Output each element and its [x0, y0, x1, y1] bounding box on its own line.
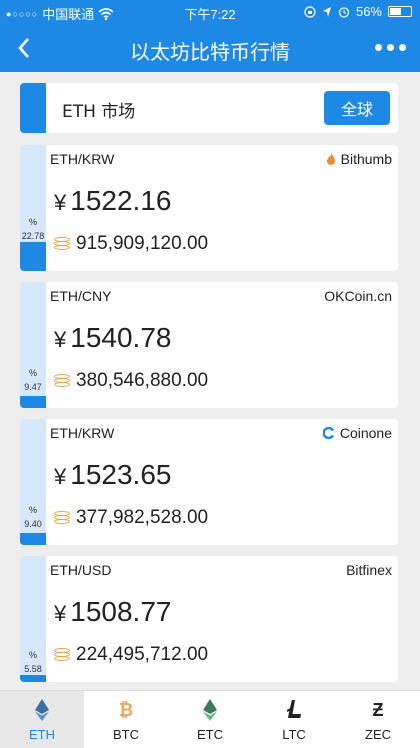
ticker-card[interactable]: % 5.58 ETH/USD Bitfinex ¥1508.77 224,495… — [20, 556, 398, 682]
global-button[interactable]: 全球 — [324, 91, 390, 125]
coin-stack-icon — [54, 237, 70, 251]
price-number: 1540.78 — [70, 322, 172, 353]
tab-label: ETH — [29, 727, 55, 742]
volume-value: 380,546,880.00 — [76, 370, 209, 391]
volume-row: 224,495,712.00 — [54, 644, 208, 666]
battery-level — [390, 8, 401, 15]
tab-zec[interactable]: Ƶ ZEC — [336, 691, 420, 748]
coin-stack-icon — [54, 511, 70, 525]
eth-icon — [0, 699, 84, 721]
volume-value: 377,982,528.00 — [76, 507, 209, 528]
price-value: ¥1522.16 — [54, 185, 171, 217]
currency-symbol: ¥ — [54, 601, 67, 626]
coinone-icon — [322, 427, 334, 439]
more-dot — [399, 44, 406, 51]
bithumb-icon — [326, 153, 335, 165]
coin-stack-icon — [54, 374, 70, 388]
ltc-icon — [252, 699, 336, 721]
percent-value: 22.78 — [21, 231, 45, 241]
pair-label: ETH/KRW — [50, 425, 115, 441]
price-number: 1523.65 — [70, 459, 172, 490]
percent-bar: % 22.78 — [20, 145, 46, 271]
percent-symbol: % — [28, 217, 37, 227]
volume-row: 380,546,880.00 — [54, 370, 208, 392]
volume-row: 915,909,120.00 — [54, 233, 208, 255]
percent-bar: % 9.40 — [20, 419, 46, 545]
volume-value: 915,909,120.00 — [76, 233, 209, 254]
price-value: ¥1508.77 — [54, 596, 171, 628]
price-number: 1522.16 — [70, 185, 172, 216]
tab-btc[interactable]: ₿ BTC — [84, 691, 168, 748]
percent-bar: % 9.47 — [20, 282, 46, 408]
tab-label: LTC — [282, 727, 306, 742]
price-value: ¥1523.65 — [54, 459, 171, 491]
volume-row: 377,982,528.00 — [54, 507, 208, 529]
currency-symbol: ¥ — [54, 464, 67, 489]
percent-value: 9.40 — [24, 519, 42, 529]
exchange-name: OKCoin.cn — [324, 288, 392, 304]
exchange-label: Bithumb — [326, 151, 392, 167]
tab-label: ETC — [197, 727, 223, 742]
location-icon — [322, 6, 331, 17]
volume-value: 224,495,712.00 — [76, 644, 209, 665]
back-button[interactable] — [8, 32, 40, 64]
more-dot — [375, 44, 382, 51]
coin-stack-icon — [54, 648, 70, 662]
percent-value: 9.47 — [24, 382, 42, 392]
market-label: ETH 市场 — [62, 102, 136, 122]
battery-icon — [388, 6, 412, 17]
price-value: ¥1540.78 — [54, 322, 171, 354]
percent-fill — [20, 675, 46, 682]
status-bar: ●○○○○ 中国联通 下午7:22 56% — [0, 0, 420, 24]
btc-icon: ₿ — [118, 700, 134, 720]
percent-value: 5.58 — [24, 664, 42, 674]
ticker-card[interactable]: % 22.78 ETH/KRW Bithumb ¥1522.16 915,909… — [20, 145, 398, 271]
pair-label: ETH/KRW — [50, 151, 115, 167]
nav-bar: 以太坊比特币行情 — [0, 24, 420, 72]
tab-eth[interactable]: ETH — [0, 691, 84, 748]
page-title: 以太坊比特币行情 — [130, 40, 290, 64]
tab-ltc[interactable]: LTC — [252, 691, 336, 748]
percent-fill — [20, 396, 46, 408]
percent-bar: % 5.58 — [20, 556, 46, 682]
percent-symbol: % — [28, 505, 37, 515]
percent-fill — [20, 242, 46, 271]
tab-bar: ETH ₿ BTC ETC LTC Ƶ ZEC — [0, 690, 420, 748]
etc-icon — [168, 699, 252, 721]
percent-symbol: % — [28, 650, 37, 660]
market-stripe — [20, 83, 46, 133]
exchange-label: Coinone — [322, 425, 392, 441]
market-header: ETH 市场 全球 — [20, 83, 398, 133]
exchange-label: Bitfinex — [346, 562, 392, 578]
tab-etc[interactable]: ETC — [168, 691, 252, 748]
exchange-name: Coinone — [339, 425, 392, 441]
more-dot — [387, 44, 394, 51]
battery-percent: 56% — [355, 4, 382, 19]
exchange-label: OKCoin.cn — [324, 288, 392, 304]
tab-label: ZEC — [365, 727, 391, 742]
more-button[interactable] — [375, 44, 406, 51]
zec-icon: Ƶ — [372, 700, 384, 720]
currency-symbol: ¥ — [54, 327, 67, 352]
exchange-name: Bitfinex — [346, 562, 392, 578]
percent-symbol: % — [28, 368, 37, 378]
alarm-icon — [338, 6, 350, 18]
ticker-card[interactable]: % 9.40 ETH/KRW Coinone ¥1523.65 377,982,… — [20, 419, 398, 545]
chevron-left-icon — [18, 38, 29, 58]
status-right: 56% — [304, 4, 412, 19]
ticker-card[interactable]: % 9.47 ETH/CNY OKCoin.cn ¥1540.78 380,54… — [20, 282, 398, 408]
price-number: 1508.77 — [70, 596, 172, 627]
pair-label: ETH/USD — [50, 562, 112, 578]
percent-fill — [20, 533, 46, 545]
currency-symbol: ¥ — [54, 190, 67, 215]
pair-label: ETH/CNY — [50, 288, 112, 304]
tab-label: BTC — [113, 727, 139, 742]
exchange-name: Bithumb — [340, 151, 392, 167]
lock-rotation-icon — [304, 5, 316, 18]
